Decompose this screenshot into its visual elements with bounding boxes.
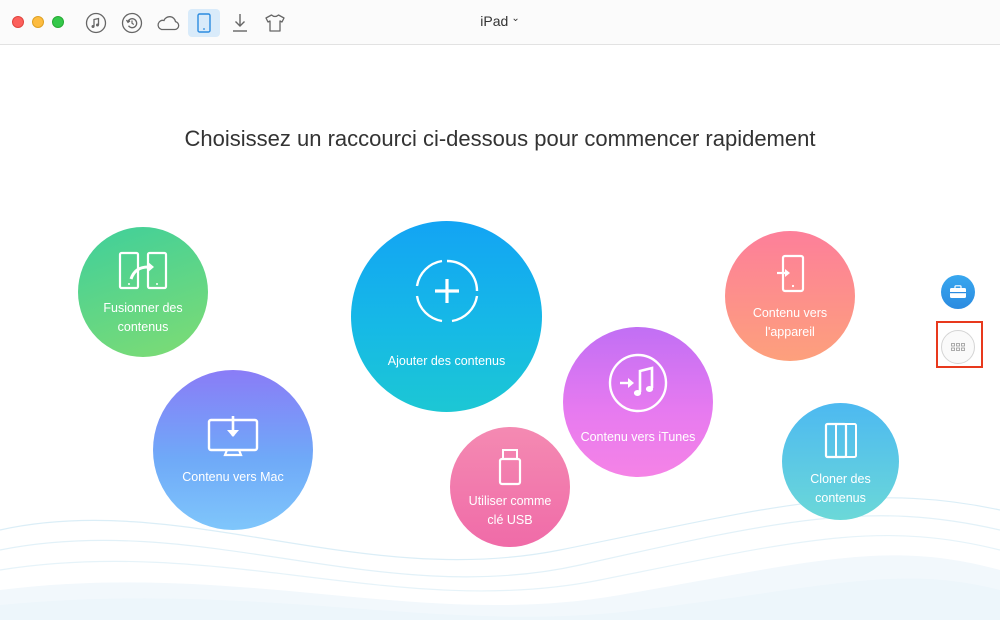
content-to-itunes-label: Contenu vers iTunes	[580, 429, 696, 444]
app-window: iPad ⌄ Choisissez un raccourci ci-dessou…	[0, 0, 1000, 620]
content-to-itunes-shortcut[interactable]: Contenu vers iTunes	[563, 327, 713, 477]
use-as-usb-shortcut[interactable]: Utiliser comme clé USB	[450, 427, 570, 547]
page-headline: Choisissez un raccourci ci-dessous pour …	[184, 126, 816, 151]
merge-icon	[118, 251, 168, 290]
toolbox-button[interactable]	[941, 275, 975, 309]
merge-contents-label: Fusionner des contenus	[103, 301, 183, 334]
clone-contents-shortcut[interactable]: Cloner des contenus	[782, 403, 899, 520]
itunes-icon	[608, 353, 668, 412]
clone-icon	[824, 422, 857, 458]
content-to-device-shortcut[interactable]: Contenu vers l'appareil	[725, 231, 855, 361]
clone-contents-label: Cloner des contenus	[810, 471, 871, 505]
close-window-button[interactable]	[12, 16, 24, 28]
add-contents-shortcut[interactable]: Ajouter des contenus	[351, 221, 542, 412]
use-as-usb-label: Utiliser comme clé USB	[468, 494, 552, 527]
tshirt-icon[interactable]	[260, 9, 290, 37]
cloud-icon[interactable]	[153, 9, 183, 37]
zoom-window-button[interactable]	[52, 16, 64, 28]
device-name: iPad	[480, 13, 509, 29]
device-selector[interactable]: iPad ⌄	[440, 12, 560, 30]
toolbox-icon	[950, 285, 966, 298]
download-icon[interactable]	[225, 9, 255, 37]
merge-contents-shortcut[interactable]: Fusionner des contenus	[78, 227, 208, 357]
chevron-down-icon: ⌄	[511, 12, 520, 24]
music-icon[interactable]	[81, 9, 111, 37]
history-icon[interactable]	[117, 9, 147, 37]
content-to-device-label: Contenu vers l'appareil	[752, 306, 828, 339]
mac-icon	[207, 415, 259, 456]
usb-icon	[498, 449, 522, 486]
to-device-icon	[777, 254, 805, 293]
add-icon	[415, 259, 478, 323]
highlight-box	[936, 321, 983, 368]
ipad-icon[interactable]	[188, 9, 220, 37]
title-bar: iPad ⌄	[0, 0, 1000, 45]
content-to-mac-shortcut[interactable]: Contenu vers Mac	[153, 370, 313, 530]
minimize-window-button[interactable]	[32, 16, 44, 28]
add-contents-label: Ajouter des contenus	[387, 354, 506, 368]
content-to-mac-label: Contenu vers Mac	[182, 469, 284, 484]
